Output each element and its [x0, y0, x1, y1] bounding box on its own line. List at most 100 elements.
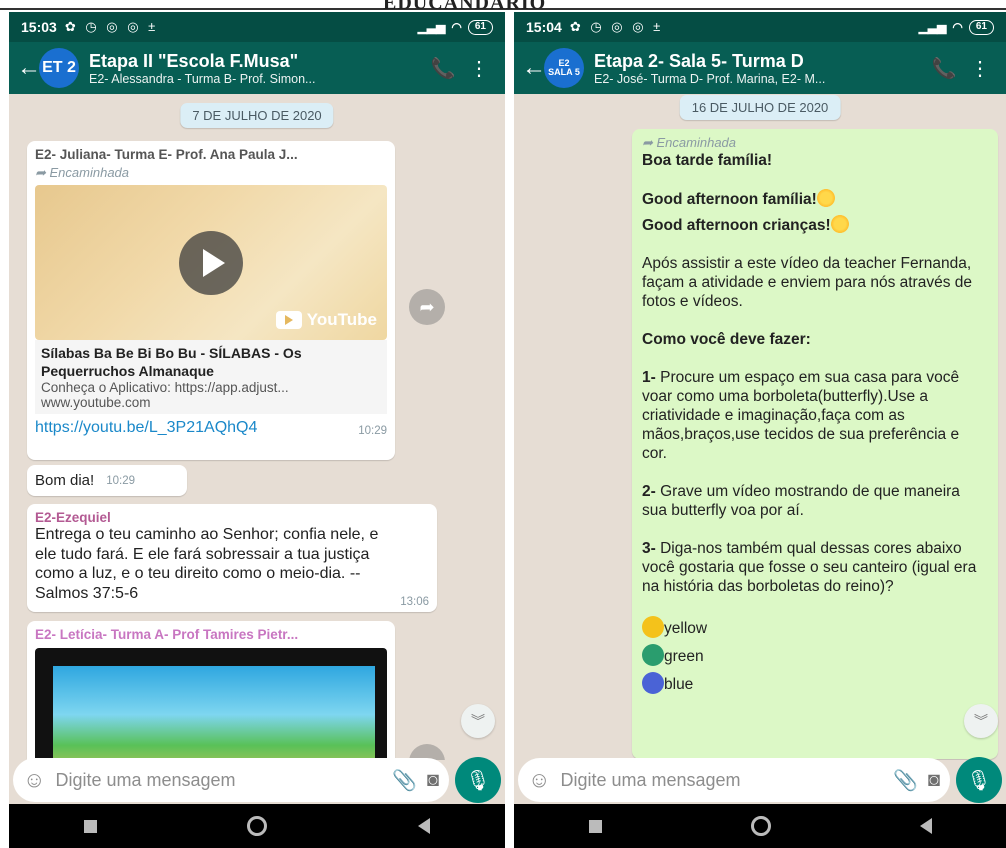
message-text: Entrega o teu caminho ao Senhor; confia … [35, 526, 379, 602]
battery-icon: 61 [968, 19, 994, 35]
attach-icon[interactable]: 📎 [893, 768, 918, 793]
play-icon[interactable] [179, 230, 243, 295]
chat-header: ← E2 SALA 5 Etapa 2- Sala 5- Turma D E2-… [514, 42, 1006, 94]
add-call-icon[interactable]: 📞 [926, 56, 962, 81]
wifi-icon: ◠ [952, 20, 963, 34]
preview-domain: www.youtube.com [41, 395, 151, 410]
date-chip: 16 DE JULHO DE 2020 [679, 95, 841, 120]
emoji-icon[interactable]: ☺ [528, 767, 550, 793]
sun-icon [830, 215, 849, 233]
recents-icon[interactable] [84, 819, 98, 833]
status-bar: 15:04 ✿ ◷ ◎ ◎ ± ▁▃▅ ◠ 61 [514, 12, 1006, 42]
status-time: 15:03 [21, 19, 57, 35]
date-chip: 7 DE JULHO DE 2020 [180, 103, 334, 128]
greeting-3: Good afternoon crianças! [642, 217, 831, 234]
link-preview[interactable]: Sílabas Ba Be Bi Bo Bu - SÍLABAS - Os Pe… [35, 340, 387, 414]
status-icons: ✿ ◷ ◎ ◎ ± [64, 19, 159, 34]
message-time: 10:29 [106, 474, 135, 487]
chat-area[interactable]: 16 DE JULHO DE 2020 ➦ Encaminhada Boa ta… [514, 94, 1006, 760]
status-bar: 15:03 ✿ ◷ ◎ ◎ ± ▁▃▅ ◠ 61 [9, 12, 505, 42]
step-1-number: 1- [642, 369, 656, 386]
message-time: 10:29 [358, 425, 387, 437]
message-sender: E2-Ezequiel [35, 510, 111, 525]
wifi-icon: ◠ [451, 20, 462, 34]
blue-circle-icon [642, 672, 664, 694]
compose-row: ☺ Digite uma mensagem 📎 ◙ 🎙 [9, 756, 505, 804]
back-arrow-icon[interactable]: ← [522, 54, 546, 82]
chat-participants: E2- Alessandra - Turma B- Prof. Simon... [89, 71, 316, 86]
more-options-icon[interactable]: ⋮ [461, 56, 497, 81]
forwarded-text: Encaminhada [49, 165, 130, 180]
home-icon[interactable] [247, 816, 268, 836]
signal-icon: ▁▃▅ [918, 20, 947, 34]
input-placeholder: Digite uma mensagem [55, 769, 236, 790]
home-icon[interactable] [750, 816, 771, 836]
add-call-icon[interactable]: 📞 [425, 56, 461, 81]
group-avatar[interactable]: ET 2 [39, 48, 79, 88]
message-link[interactable]: https://youtu.be/L_3P21AQhQ4 [35, 419, 257, 437]
avatar-text: ET 2 [42, 59, 76, 76]
color-option: yellow [642, 615, 988, 643]
chat-area[interactable]: 7 DE JULHO DE 2020 E2- Juliana- Turma E-… [9, 94, 505, 760]
how-title: Como você deve fazer: [642, 331, 811, 348]
color-label: yellow [664, 620, 708, 637]
chat-header: ← ET 2 Etapa II "Escola F.Musa" E2- Ales… [9, 42, 505, 94]
camera-icon[interactable]: ◙ [427, 769, 439, 792]
color-label: green [664, 648, 704, 665]
scroll-down-icon[interactable]: ︾ [964, 704, 998, 738]
group-avatar[interactable]: E2 SALA 5 [544, 48, 584, 88]
shared-image[interactable] [35, 648, 387, 760]
screenshot-frame: EDUCANDARIO 15:03 ✿ ◷ ◎ ◎ ± ▁▃▅ ◠ 61 ← E… [0, 0, 1006, 848]
chat-title: Etapa 2- Sala 5- Turma D [594, 50, 804, 71]
message-bubble-verse[interactable]: E2-Ezequiel Entrega o teu caminho ao Sen… [27, 504, 437, 612]
preview-description: Conheça o Aplicativo: https://app.adjust… [41, 380, 289, 395]
phone-left: 15:03 ✿ ◷ ◎ ◎ ± ▁▃▅ ◠ 61 ← ET 2 Etapa II… [9, 12, 505, 848]
youtube-text: YouTube [306, 310, 377, 329]
intro-text: Após assistir a este vídeo da teacher Fe… [642, 255, 972, 310]
step-1-text: Procure um espaço em sua casa para você … [642, 369, 960, 462]
back-icon[interactable] [417, 818, 430, 834]
mic-button[interactable]: 🎙 [455, 757, 501, 803]
step-2-text: Grave um vídeo mostrando de que maneira … [642, 483, 960, 519]
video-thumbnail[interactable]: YouTube [35, 185, 387, 340]
message-bubble-image[interactable]: E2- Letícia- Turma A- Prof Tamires Pietr… [27, 621, 395, 760]
mic-button[interactable]: 🎙 [956, 757, 1002, 803]
sun-icon [816, 189, 835, 207]
message-body: Boa tarde família! Good afternoon famíli… [642, 151, 988, 699]
back-arrow-icon[interactable]: ← [17, 54, 41, 82]
compose-row: ☺ Digite uma mensagem 📎 ◙ 🎙 [514, 756, 1006, 804]
step-2-number: 2- [642, 483, 656, 500]
message-input[interactable]: ☺ Digite uma mensagem 📎 ◙ [518, 758, 950, 802]
color-option: blue [642, 671, 988, 699]
step-3-number: 3- [642, 540, 656, 557]
message-bubble-outgoing[interactable]: ➦ Encaminhada Boa tarde família! Good af… [632, 129, 998, 759]
message-sender: E2- Juliana- Turma E- Prof. Ana Paula J.… [35, 147, 298, 162]
forwarded-label: ➦ Encaminhada [35, 165, 130, 180]
chat-title-block[interactable]: Etapa II "Escola F.Musa" E2- Alessandra … [89, 51, 425, 86]
more-options-icon[interactable]: ⋮ [962, 56, 998, 81]
back-icon[interactable] [919, 818, 932, 834]
scroll-down-icon[interactable]: ︾ [461, 704, 495, 738]
camera-icon[interactable]: ◙ [928, 769, 940, 792]
system-nav-bar [9, 804, 505, 848]
status-icons: ✿ ◷ ◎ ◎ ± [569, 19, 664, 34]
greeting-1: Boa tarde família! [642, 152, 773, 169]
signal-icon: ▁▃▅ [417, 20, 446, 34]
system-nav-bar [514, 804, 1006, 848]
input-placeholder: Digite uma mensagem [560, 769, 741, 790]
message-bubble-video[interactable]: E2- Juliana- Turma E- Prof. Ana Paula J.… [27, 141, 395, 460]
message-bubble-text[interactable]: Bom dia! 10:29 [27, 465, 187, 496]
battery-icon: 61 [467, 19, 493, 35]
chat-title-block[interactable]: Etapa 2- Sala 5- Turma D E2- José- Turma… [594, 51, 926, 86]
forwarded-text: Encaminhada [656, 135, 737, 150]
attach-icon[interactable]: 📎 [392, 768, 417, 793]
message-input[interactable]: ☺ Digite uma mensagem 📎 ◙ [13, 758, 449, 802]
status-right: ▁▃▅ ◠ 61 [918, 19, 994, 35]
color-label: blue [664, 676, 694, 693]
forwarded-label: ➦ Encaminhada [642, 135, 737, 150]
share-icon[interactable]: ➦ [409, 289, 445, 325]
recents-icon[interactable] [588, 819, 602, 833]
emoji-icon[interactable]: ☺ [23, 767, 45, 793]
color-option: green [642, 643, 988, 671]
message-time: 13:06 [400, 596, 429, 608]
